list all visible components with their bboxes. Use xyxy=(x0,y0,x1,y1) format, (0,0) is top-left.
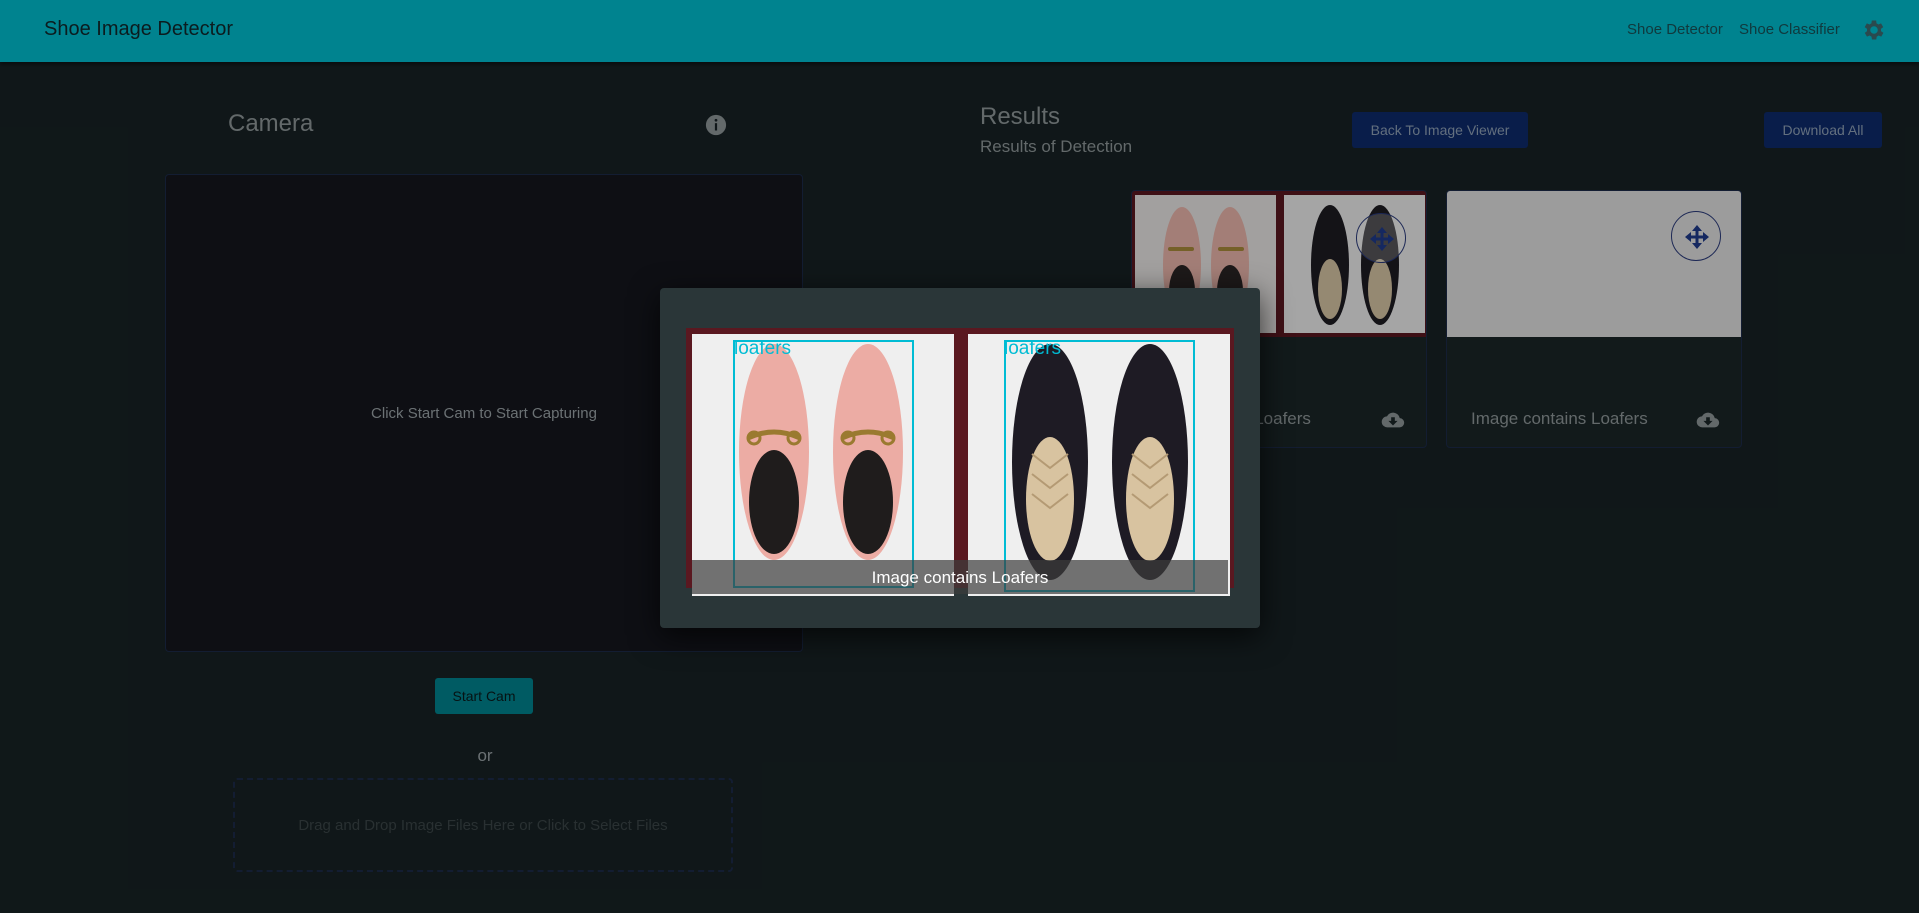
modal-caption: Image contains Loafers xyxy=(871,568,1049,587)
detection-box xyxy=(1004,340,1195,592)
gear-icon[interactable] xyxy=(1861,17,1887,43)
detection-box xyxy=(733,340,914,588)
nav-shoe-detector[interactable]: Shoe Detector xyxy=(1627,21,1723,38)
app-bar: Shoe Image Detector Shoe Detector Shoe C… xyxy=(0,0,1919,62)
detection-label: loafers xyxy=(734,338,792,359)
nav-shoe-classifier[interactable]: Shoe Classifier xyxy=(1739,21,1840,38)
app-title: Shoe Image Detector xyxy=(44,18,233,40)
detection-label: loafers xyxy=(1004,338,1062,359)
detection-image: loafers loafers Image contains Loafers xyxy=(686,328,1234,596)
image-preview-modal: loafers loafers Image contains Loafers xyxy=(660,288,1260,628)
modal-caption-bar: Image contains Loafers xyxy=(692,560,1228,594)
